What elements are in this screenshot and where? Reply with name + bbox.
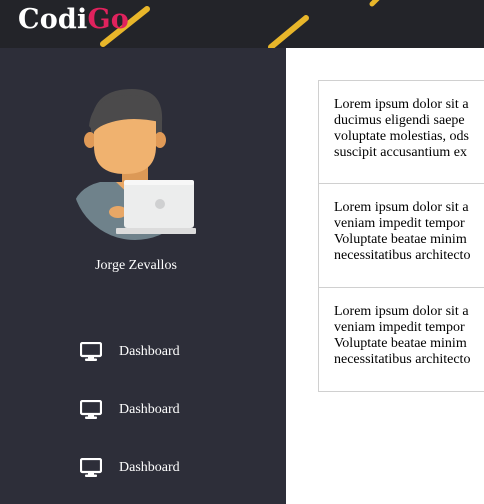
sidebar-item-label: Dashboard — [119, 460, 180, 475]
card-text-line: voluptate molestias, ods — [334, 129, 469, 144]
sidebar-item-dashboard[interactable]: Dashboard — [80, 340, 250, 364]
sidebar-item-label: Dashboard — [119, 402, 180, 417]
card-text-line: necessitatibus architecto — [334, 248, 471, 263]
card-text-line: veniam impedit tempor — [334, 320, 465, 335]
sidebar-item-dashboard[interactable]: Dashboard — [80, 456, 250, 480]
top-navbar: CodiGo — [0, 0, 484, 48]
card-text-line: Lorem ipsum dolor sit a — [334, 97, 469, 112]
user-avatar-icon — [72, 89, 198, 240]
monitor-icon — [80, 458, 102, 477]
logo-text-primary: Codi — [18, 4, 88, 35]
card-text-line: Voluptate beatae minim — [334, 336, 467, 351]
sidebar-item-dashboard[interactable]: Dashboard — [80, 398, 250, 422]
card-text-line: Voluptate beatae minim — [334, 232, 467, 247]
logo[interactable]: CodiGo — [18, 2, 129, 38]
avatar — [72, 88, 198, 240]
main-content: Lorem ipsum dolor sit a ducimus eligendi… — [318, 80, 484, 392]
card-text-line: Lorem ipsum dolor sit a — [334, 304, 469, 319]
card-text-line: suscipit accusantium ex — [334, 145, 467, 160]
content-card: Lorem ipsum dolor sit a veniam impedit t… — [318, 184, 484, 288]
sidebar: Jorge Zevallos Dashboard Dashboard Dashb… — [0, 48, 286, 504]
content-card: Lorem ipsum dolor sit a ducimus eligendi… — [318, 80, 484, 184]
user-name: Jorge Zevallos — [95, 258, 177, 273]
monitor-icon — [80, 400, 102, 419]
card-text-line: ducimus eligendi saepe — [334, 113, 465, 128]
sidebar-item-label: Dashboard — [119, 344, 180, 359]
card-text-line: necessitatibus architecto — [334, 352, 471, 367]
logo-text-accent: Go — [87, 4, 129, 35]
card-text-line: Lorem ipsum dolor sit a — [334, 200, 469, 215]
card-text-line: veniam impedit tempor — [334, 216, 465, 231]
monitor-icon — [80, 342, 102, 361]
content-card: Lorem ipsum dolor sit a veniam impedit t… — [318, 288, 484, 392]
